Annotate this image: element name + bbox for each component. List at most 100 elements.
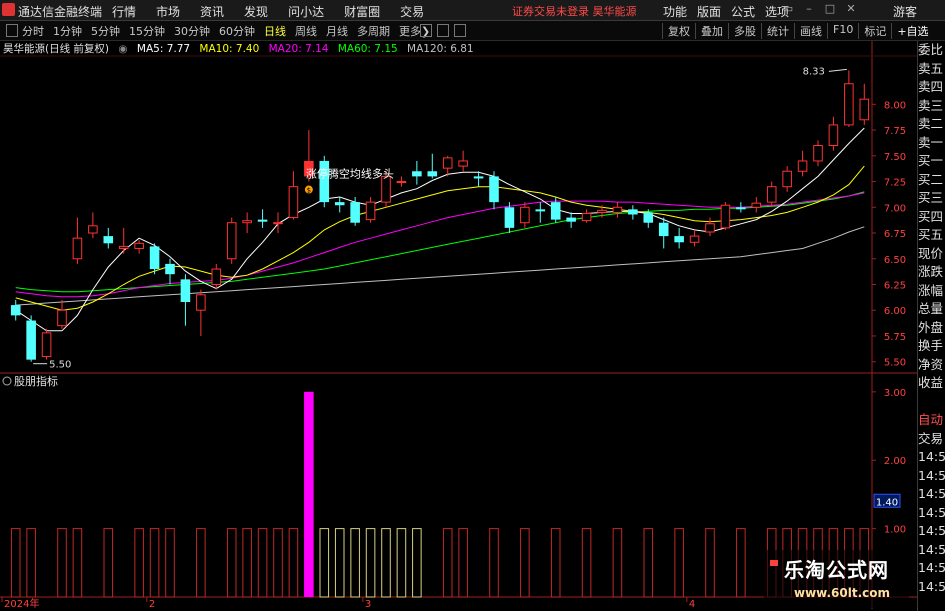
kline-chart[interactable]: 8.00 7.75 7.50 7.25 7.00 6.75 6.50 6.25 6.00 5.75… (0, 0, 917, 609)
side-panel-item[interactable]: 买三 (918, 189, 945, 208)
candle-body (566, 217, 576, 222)
indicator-bar (412, 528, 422, 598)
side-panel-item[interactable]: 买五 (918, 226, 945, 245)
side-panel-item[interactable]: 换手 (918, 337, 945, 356)
side-panel-item[interactable]: 收益 (918, 374, 945, 393)
indicator-bars (10, 391, 870, 598)
indicator-axis-label: 1.00 (884, 525, 906, 536)
candle (520, 202, 530, 228)
candle-body (674, 236, 684, 243)
ma120-line (15, 226, 865, 306)
candle (26, 315, 36, 362)
candle (581, 209, 592, 223)
side-panel-item[interactable]: 卖五 (918, 60, 945, 79)
indicator-bar (334, 528, 345, 598)
candle-body (396, 181, 407, 184)
indicator-bar (196, 528, 206, 598)
side-panel-item[interactable]: 14:56 (918, 559, 945, 578)
indicator-axis-label: 2.00 (884, 456, 906, 467)
side-panel-item[interactable] (918, 393, 945, 412)
candle-body (844, 83, 854, 126)
indicator-bar (489, 528, 499, 598)
candle-body (797, 160, 808, 172)
candle-body (118, 245, 129, 249)
indicator-settings-icon (2, 376, 12, 386)
candle-body (612, 206, 623, 213)
side-panel-item[interactable]: 买四 (918, 208, 945, 227)
candle-body (736, 207, 746, 210)
price-axis-label: 7.50 (884, 152, 906, 163)
side-panel-item[interactable]: 自动 (918, 411, 945, 430)
x-axis-label: 2 (149, 599, 155, 609)
candle-body (412, 171, 422, 177)
side-panel-item[interactable]: 卖一 (918, 134, 945, 153)
candle (288, 171, 299, 220)
side-panel-item[interactable]: 卖四 (918, 78, 945, 97)
side-panel-item[interactable]: 14:56 (918, 485, 945, 504)
price-axis-label: 6.25 (884, 280, 906, 291)
candle-body (288, 186, 299, 219)
indicator-bar (458, 528, 468, 598)
candle-body (473, 176, 484, 179)
side-panel-item[interactable]: 14:56 (918, 504, 945, 523)
side-panel-item[interactable]: 卖二 (918, 115, 945, 134)
side-panel-item[interactable]: 总量 (918, 300, 945, 319)
indicator-bar (10, 528, 21, 598)
chart-frame (0, 41, 917, 609)
side-panel-item[interactable]: 14:56 (918, 578, 945, 597)
candle-body (581, 212, 592, 222)
candle (41, 328, 52, 360)
candle (180, 274, 191, 326)
candle-body (442, 157, 453, 169)
candle-body (41, 332, 52, 358)
side-panel-item[interactable]: 外盘 (918, 319, 945, 338)
candle-body (365, 201, 376, 221)
side-panel-item[interactable]: 买二 (918, 171, 945, 190)
price-axis-label: 7.75 (884, 126, 906, 137)
side-panel-item[interactable]: 卖三 (918, 97, 945, 116)
side-panel-item[interactable]: 交易 (918, 430, 945, 449)
candle-body (57, 309, 67, 327)
candle (442, 155, 453, 177)
side-panel-item[interactable]: 净资 (918, 356, 945, 375)
signal-label: 涨停腾空均线多头 (306, 167, 394, 181)
site-watermark: 乐淘公式网 www.60lt.com (764, 550, 909, 608)
indicator-bar (442, 528, 453, 598)
candle (689, 229, 700, 247)
indicator-bar (396, 528, 407, 598)
candle (334, 196, 345, 213)
side-panel-item[interactable]: 现价 (918, 245, 945, 264)
side-panel-item[interactable]: 14:56 (918, 448, 945, 467)
candle (10, 299, 21, 321)
candle-body (226, 222, 237, 260)
low-label: 5.50 (49, 360, 71, 371)
candle (88, 212, 98, 239)
candle-body (180, 279, 191, 302)
candle-body (504, 207, 515, 228)
ma5-line (15, 127, 865, 332)
candle (211, 263, 222, 290)
candle-body (72, 237, 83, 260)
candle (226, 217, 237, 264)
indicator-bar (736, 528, 746, 598)
indicator-bar (72, 528, 83, 598)
indicator-bar (165, 528, 175, 598)
side-panel-item[interactable]: 委比 (918, 41, 945, 60)
side-panel-item[interactable]: 买一 (918, 152, 945, 171)
indicator-bar (273, 528, 283, 598)
candle (720, 202, 731, 230)
side-panel-item[interactable]: 14:56 (918, 467, 945, 486)
candle (797, 150, 808, 177)
candle (766, 181, 777, 208)
candle-body (88, 225, 98, 234)
side-panel-item[interactable]: 14:56 (918, 541, 945, 560)
signal-marker-glyph: $ (307, 187, 311, 195)
side-panel-item[interactable]: 14:56 (918, 522, 945, 541)
candle-body (10, 305, 21, 316)
side-panel-item[interactable]: 涨跌 (918, 263, 945, 282)
candle-body (535, 209, 546, 212)
side-panel-item[interactable]: 涨幅 (918, 282, 945, 301)
candle (427, 153, 438, 179)
indicator-bar (242, 528, 252, 598)
indicator-bar (674, 528, 684, 598)
